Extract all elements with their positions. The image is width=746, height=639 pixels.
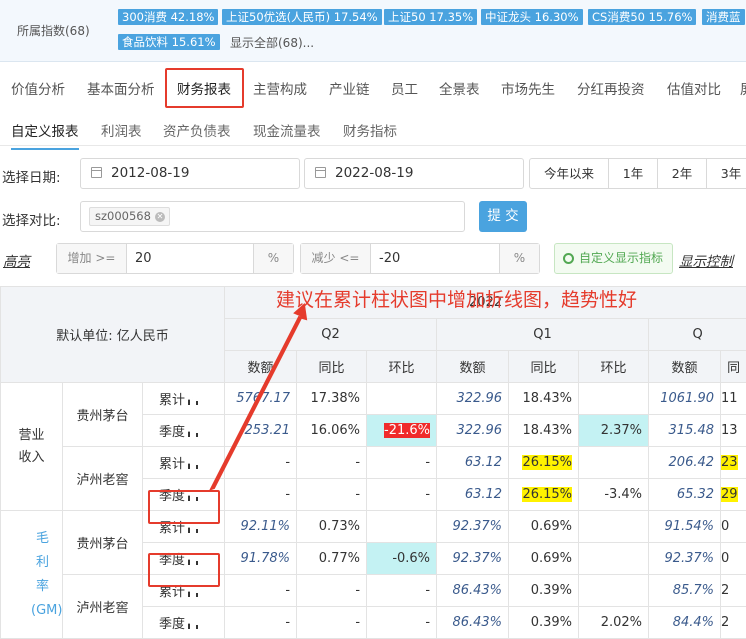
annotation-arrow: [0, 0, 746, 624]
annotation-text: 建议在累计柱状图中增加折线图，趋势性好: [276, 285, 637, 312]
